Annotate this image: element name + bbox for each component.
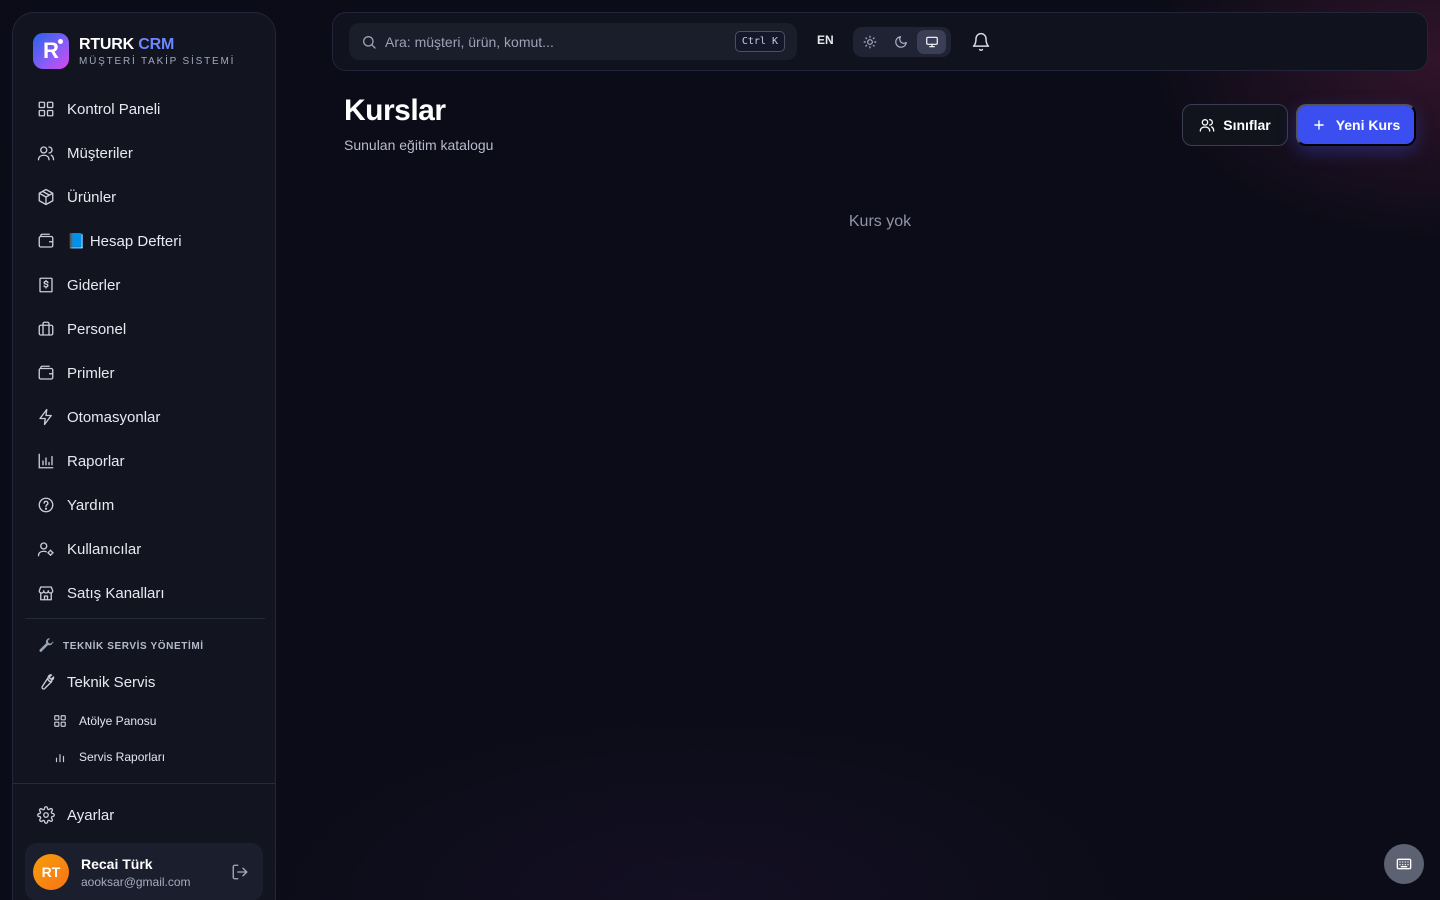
sidebar-item-urunler[interactable]: Ürünler — [25, 175, 265, 219]
brand[interactable]: R RTURK CRM MÜŞTERİ TAKİP SİSTEMİ — [33, 33, 235, 69]
keyboard-icon — [1396, 858, 1412, 870]
new-course-button-label: Yeni Kurs — [1335, 117, 1401, 133]
theme-dark-button[interactable] — [887, 30, 916, 54]
user-name: Recai Türk — [81, 855, 153, 872]
topbar: Ctrl K EN — [332, 12, 1428, 71]
user-email: aooksar@gmail.com — [81, 874, 191, 889]
plus-icon — [1313, 120, 1324, 130]
sidebar-item-satis-kanallari[interactable]: Satış Kanalları — [25, 571, 265, 615]
sidebar-item-label: Kullanıcılar — [67, 540, 142, 558]
sidebar-item-label: Otomasyonlar — [67, 408, 161, 426]
wrench-icon — [37, 673, 55, 691]
brand-subtitle: MÜŞTERİ TAKİP SİSTEMİ — [79, 55, 236, 67]
wallet-icon — [37, 232, 55, 250]
monitor-icon — [925, 36, 938, 48]
sidebar-item-label: Giderler — [67, 276, 121, 294]
sidebar-subitem-atolye-panosu[interactable]: Atölye Panosu — [25, 703, 265, 739]
brand-title-accent: CRM — [138, 35, 175, 53]
service-sub-nav: Atölye Panosu Servis Raporları — [25, 703, 265, 775]
sidebar-item-kullanicilar[interactable]: Kullanıcılar — [25, 527, 265, 571]
wallet-icon — [37, 364, 55, 382]
sidebar-item-label: Yardım — [67, 496, 115, 514]
logout-icon[interactable] — [231, 863, 249, 881]
sidebar-item-ayarlar[interactable]: Ayarlar — [25, 793, 265, 837]
sidebar-item-label: Raporlar — [67, 452, 125, 470]
user-info: Recai Türk aooksar@gmail.com — [81, 856, 191, 889]
sidebar-item-raporlar[interactable]: Raporlar — [25, 439, 265, 483]
service-nav: Teknik Servis — [25, 660, 265, 704]
user-cog-icon — [37, 540, 55, 558]
briefcase-icon — [37, 320, 55, 338]
sidebar-item-label: Ayarlar — [67, 806, 115, 824]
users-icon — [1199, 119, 1215, 132]
sidebar-item-label: Personel — [67, 320, 127, 338]
classes-button-label: Sınıflar — [1223, 117, 1271, 133]
sidebar-divider — [25, 618, 265, 619]
new-course-button[interactable]: Yeni Kurs — [1296, 104, 1416, 146]
sidebar-item-giderler[interactable]: Giderler — [25, 263, 265, 307]
theme-switcher — [853, 27, 951, 57]
sidebar-item-kontrol-paneli[interactable]: Kontrol Paneli — [25, 87, 265, 131]
brand-text: RTURK CRM MÜŞTERİ TAKİP SİSTEMİ — [79, 36, 235, 67]
shortcut-badge: Ctrl K — [734, 31, 785, 52]
sidebar-item-personel[interactable]: Personel — [25, 307, 265, 351]
theme-light-button[interactable] — [856, 30, 885, 54]
sidebar-item-label: Müşteriler — [67, 144, 133, 162]
brand-logo: R — [33, 33, 69, 69]
sidebar-item-label: Kontrol Paneli — [67, 100, 161, 118]
classes-button[interactable]: Sınıflar — [1182, 104, 1288, 146]
brand-title-main: RTURK — [79, 35, 134, 53]
language-toggle[interactable]: EN — [817, 33, 834, 47]
page-title: Kurslar — [344, 94, 446, 127]
sidebar-subitem-label: Servis Raporları — [79, 750, 166, 764]
sidebar-item-label: Satış Kanalları — [67, 584, 165, 602]
empty-state: Kurs yok — [848, 213, 912, 230]
sidebar-item-yardim[interactable]: Yardım — [25, 483, 265, 527]
search-icon — [361, 34, 377, 50]
wrench-emoji-icon — [37, 637, 55, 655]
sidebar-item-label: Teknik Servis — [67, 673, 156, 691]
sidebar-nav: Kontrol Paneli Müşteriler Ürünler 📘 Hesa… — [25, 87, 265, 615]
sidebar: R RTURK CRM MÜŞTERİ TAKİP SİSTEMİ Kontro… — [12, 12, 276, 900]
avatar: RT — [33, 854, 69, 890]
sidebar-subitem-servis-raporlari[interactable]: Servis Raporları — [25, 739, 265, 775]
brand-title: RTURK CRM — [79, 36, 235, 54]
sidebar-item-otomasyonlar[interactable]: Otomasyonlar — [25, 395, 265, 439]
brand-logo-dot — [58, 39, 63, 44]
sidebar-item-label: Ürünler — [67, 188, 117, 206]
settings-nav: Ayarlar — [25, 793, 265, 837]
sidebar-item-hesap-defteri[interactable]: 📘 Hesap Defteri — [25, 219, 265, 263]
sidebar-subitem-label: Atölye Panosu — [79, 714, 157, 728]
package-icon — [37, 188, 55, 206]
receipt-icon — [37, 276, 55, 294]
users-icon — [37, 144, 55, 162]
keyboard-shortcuts-button[interactable] — [1384, 844, 1424, 884]
theme-system-button[interactable] — [917, 30, 947, 54]
store-icon — [37, 584, 55, 602]
page-subtitle: Sunulan eğitim katalogu — [344, 137, 494, 153]
bar-chart-icon — [53, 750, 67, 764]
sidebar-item-label: 📘 Hesap Defteri — [67, 233, 182, 250]
sidebar-item-label: Primler — [67, 364, 115, 382]
search-box[interactable]: Ctrl K — [349, 23, 797, 60]
user-card[interactable]: RT Recai Türk aooksar@gmail.com — [25, 843, 263, 900]
section-label-text: TEKNİK SERVİS YÖNETİMİ — [63, 640, 204, 652]
sidebar-item-teknik-servis[interactable]: Teknik Servis — [25, 660, 265, 704]
section-label-teknik-servis: TEKNİK SERVİS YÖNETİMİ — [37, 637, 204, 655]
grid-icon — [37, 100, 55, 118]
grid-icon — [53, 714, 67, 728]
brand-logo-letter: R — [43, 38, 59, 63]
bell-icon[interactable] — [971, 32, 991, 52]
moon-icon — [895, 36, 907, 48]
bar-chart-icon — [37, 452, 55, 470]
gear-icon — [37, 806, 55, 824]
sidebar-divider — [13, 783, 275, 784]
lightning-icon — [37, 408, 55, 426]
help-circle-icon — [37, 496, 55, 514]
sun-icon — [863, 35, 877, 49]
sidebar-item-musteriler[interactable]: Müşteriler — [25, 131, 265, 175]
sidebar-item-primler[interactable]: Primler — [25, 351, 265, 395]
